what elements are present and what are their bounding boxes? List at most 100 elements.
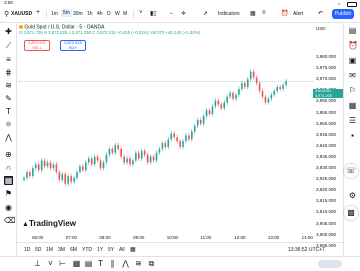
crosshair-icon[interactable]: ✚ [4, 27, 13, 36]
hamburger-icon[interactable]: ≡ [262, 10, 266, 16]
fullscreen-icon[interactable]: ▩ [344, 206, 358, 220]
short-position-icon[interactable]: ▤ [84, 259, 93, 268]
range-1m[interactable]: 1M [46, 247, 53, 253]
horizontal-ray-icon[interactable]: ⊢ [58, 259, 67, 268]
ruler-measure-icon[interactable]: ⋀ [121, 259, 130, 268]
fib-icon[interactable]: ≋ [4, 81, 13, 90]
lock-icon[interactable]: ⚑ [4, 189, 13, 198]
alarm-clock-icon[interactable]: ⏰ [348, 41, 358, 50]
watchlist-icon[interactable]: ▤ [348, 26, 357, 35]
vertical-line-icon[interactable]: ⊥ [33, 259, 42, 268]
screener-icon[interactable]: ⚙ [348, 191, 357, 200]
magnet-icon[interactable]: ∩ [4, 163, 13, 172]
candle-body [149, 156, 152, 163]
text-icon[interactable]: T [4, 107, 13, 116]
time-label: 06:00 [32, 235, 44, 240]
interval-d[interactable]: D [107, 11, 111, 17]
chat-icon[interactable]: ✉ [348, 71, 357, 80]
ideas-icon[interactable]: ⚐ [348, 86, 357, 95]
eye-icon[interactable]: ◉ [4, 203, 13, 212]
utc-clock[interactable]: 13:36:52 UTC+7 [288, 247, 325, 253]
candle-body [87, 158, 90, 163]
news-icon[interactable]: ☰ [348, 116, 357, 125]
undo-icon[interactable]: ↶ [318, 10, 323, 17]
bars-pattern-icon[interactable]: ∥ [108, 259, 117, 268]
patterns-icon[interactable]: ⚛ [4, 120, 13, 129]
candle-body [99, 160, 102, 169]
search-icon[interactable]: ⚲ [4, 10, 9, 18]
symbol-search-button[interactable]: XAUUSD [11, 11, 32, 17]
candle-body [135, 152, 137, 161]
interval-30m[interactable]: 30m [73, 11, 83, 17]
candle-body [123, 156, 125, 163]
chevron-down-icon[interactable]: ˅ [139, 10, 143, 16]
headset-icon[interactable]: ☏ [344, 164, 358, 178]
line-chart-icon[interactable]: ≑ [181, 10, 186, 17]
data-window-icon[interactable]: ▣ [348, 56, 357, 65]
candle-body [158, 148, 161, 153]
trend-icon[interactable]: ➚ [203, 10, 208, 17]
interval-1h[interactable]: 1h [87, 11, 93, 17]
wifi-icon: ≈ [338, 1, 341, 6]
range-5y[interactable]: 5Y [108, 247, 114, 253]
range-all[interactable]: All [119, 247, 125, 253]
zoom-in-icon[interactable]: ⊕ [4, 150, 13, 159]
horizontal-lines-icon[interactable]: ≡ [4, 55, 13, 64]
clone-icon[interactable]: ⧉ [147, 259, 156, 268]
toggle-switch[interactable] [318, 260, 342, 268]
candle-body [105, 154, 108, 163]
trash-icon[interactable]: ⌫ [4, 216, 15, 225]
price-label: 3,935.000 [316, 153, 337, 159]
sell-button[interactable]: 3,871.997 SELL [24, 40, 50, 51]
layout-grid-icon[interactable]: ▦ [250, 10, 256, 17]
alert-button[interactable]: Alert [293, 11, 303, 17]
candle-body [196, 119, 199, 126]
candle-body [117, 145, 120, 149]
alarm-icon[interactable]: ⏰ [281, 10, 288, 17]
candle-body [61, 174, 64, 180]
trend-line-icon[interactable]: ⟋ [4, 41, 13, 50]
buy-button[interactable]: 3,872.615 BUY [60, 40, 86, 51]
status-time: 3:58 [4, 0, 13, 5]
brush-icon[interactable]: ✎ [4, 94, 13, 103]
interval-4h[interactable]: 4h [97, 11, 103, 17]
publish-button[interactable]: Publish [332, 9, 354, 19]
text-note-icon[interactable]: T [96, 259, 105, 268]
bar-type-icon[interactable]: ← [169, 10, 175, 16]
interval-5m[interactable]: 5m [61, 9, 72, 17]
chevron-down-icon[interactable]: ˅ [46, 259, 55, 268]
pitchfork-icon[interactable]: ⋕ [4, 68, 13, 77]
calendar-icon[interactable]: ▦ [348, 101, 357, 110]
range-1y[interactable]: 1Y [97, 247, 103, 253]
range-1d[interactable]: 1D [24, 247, 30, 253]
range-6m[interactable]: 6M [70, 247, 77, 253]
range-5d[interactable]: 5D [35, 247, 41, 253]
time-label: 11:00 [200, 235, 212, 240]
ruler-icon[interactable]: ⋀ [4, 133, 13, 142]
fib-retracement-icon[interactable]: ≋ [134, 259, 143, 268]
interval-1m[interactable]: 1m [51, 11, 58, 17]
pine-editor-icon[interactable]: ▪ [348, 131, 357, 140]
date-range-icon[interactable]: ▦ [130, 246, 136, 253]
candle-body [214, 100, 217, 107]
bottom-toolbar: 1D 5D 1M 3M 6M YTD 1Y 5Y All ▦ 13:36:52 … [16, 242, 343, 255]
indicators-button[interactable]: Indicators [218, 11, 240, 17]
candle-type-icon[interactable]: ▮▯ [150, 10, 157, 17]
candle-body [73, 177, 75, 182]
lock-drawing-icon[interactable]: ▦ [4, 176, 13, 185]
range-3m[interactable]: 3M [58, 247, 65, 253]
candle-body [70, 175, 72, 182]
candlestick-chart[interactable] [18, 60, 313, 232]
interval-w[interactable]: W [115, 11, 120, 17]
currency-label[interactable]: USD [316, 26, 326, 31]
candle-body [238, 88, 240, 95]
price-axis[interactable]: USD 3,980.0003,975.0003,970.0003,965.000… [313, 23, 343, 248]
time-axis[interactable]: 06:00 07:00 08:00 09:00 10:00 11:00 12:00 13:00… [18, 233, 313, 242]
candle-body [258, 83, 261, 91]
time-label: 08:00 [99, 235, 111, 240]
long-position-icon[interactable]: ▦ [72, 259, 81, 268]
range-ytd[interactable]: YTD [82, 247, 92, 253]
compare-plus-icon[interactable]: + [36, 9, 40, 16]
interval-m[interactable]: M [123, 11, 127, 17]
candle-body [246, 79, 249, 88]
